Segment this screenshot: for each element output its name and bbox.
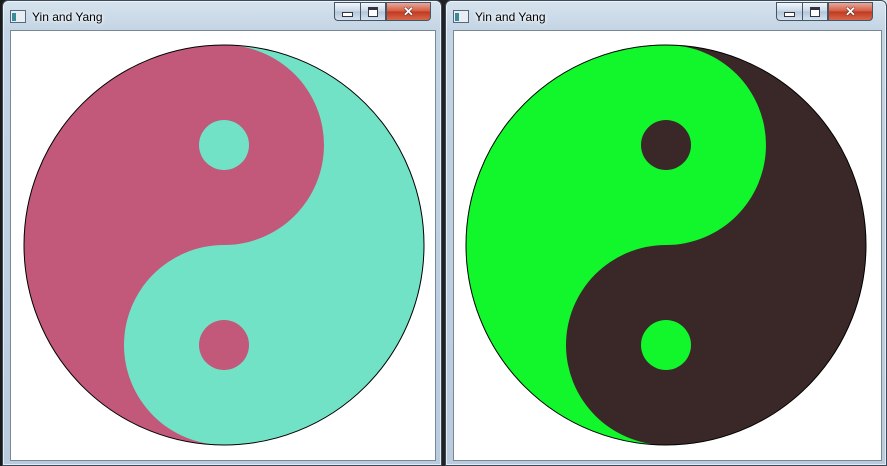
maximize-button[interactable] <box>802 2 828 21</box>
maximize-icon <box>368 6 378 17</box>
minimize-icon <box>784 12 795 17</box>
window-app-icon[interactable] <box>453 10 469 23</box>
window-title: Yin and Yang <box>32 10 103 24</box>
minimize-button[interactable] <box>334 2 360 21</box>
minimize-button[interactable] <box>776 2 802 21</box>
close-button[interactable]: ✕ <box>386 2 431 21</box>
yang-dot <box>199 120 249 170</box>
close-button[interactable]: ✕ <box>828 2 873 21</box>
window-title: Yin and Yang <box>475 10 546 24</box>
drawing-canvas <box>453 30 882 461</box>
window-app-icon[interactable] <box>10 10 26 23</box>
minimize-icon <box>342 12 353 17</box>
drawing-canvas <box>10 30 436 461</box>
yang-dot <box>641 120 691 170</box>
yin-dot <box>199 320 249 370</box>
yin-yang-symbol <box>465 44 867 446</box>
yin-yang-window-1: Yin and Yang ✕ <box>2 0 442 466</box>
yin-yang-window-2: Yin and Yang ✕ <box>445 0 887 466</box>
maximize-button[interactable] <box>360 2 386 21</box>
yin-yang-symbol <box>23 44 425 446</box>
close-icon: ✕ <box>845 4 856 19</box>
yin-dot <box>641 320 691 370</box>
close-icon: ✕ <box>403 4 414 19</box>
maximize-icon <box>810 6 820 17</box>
